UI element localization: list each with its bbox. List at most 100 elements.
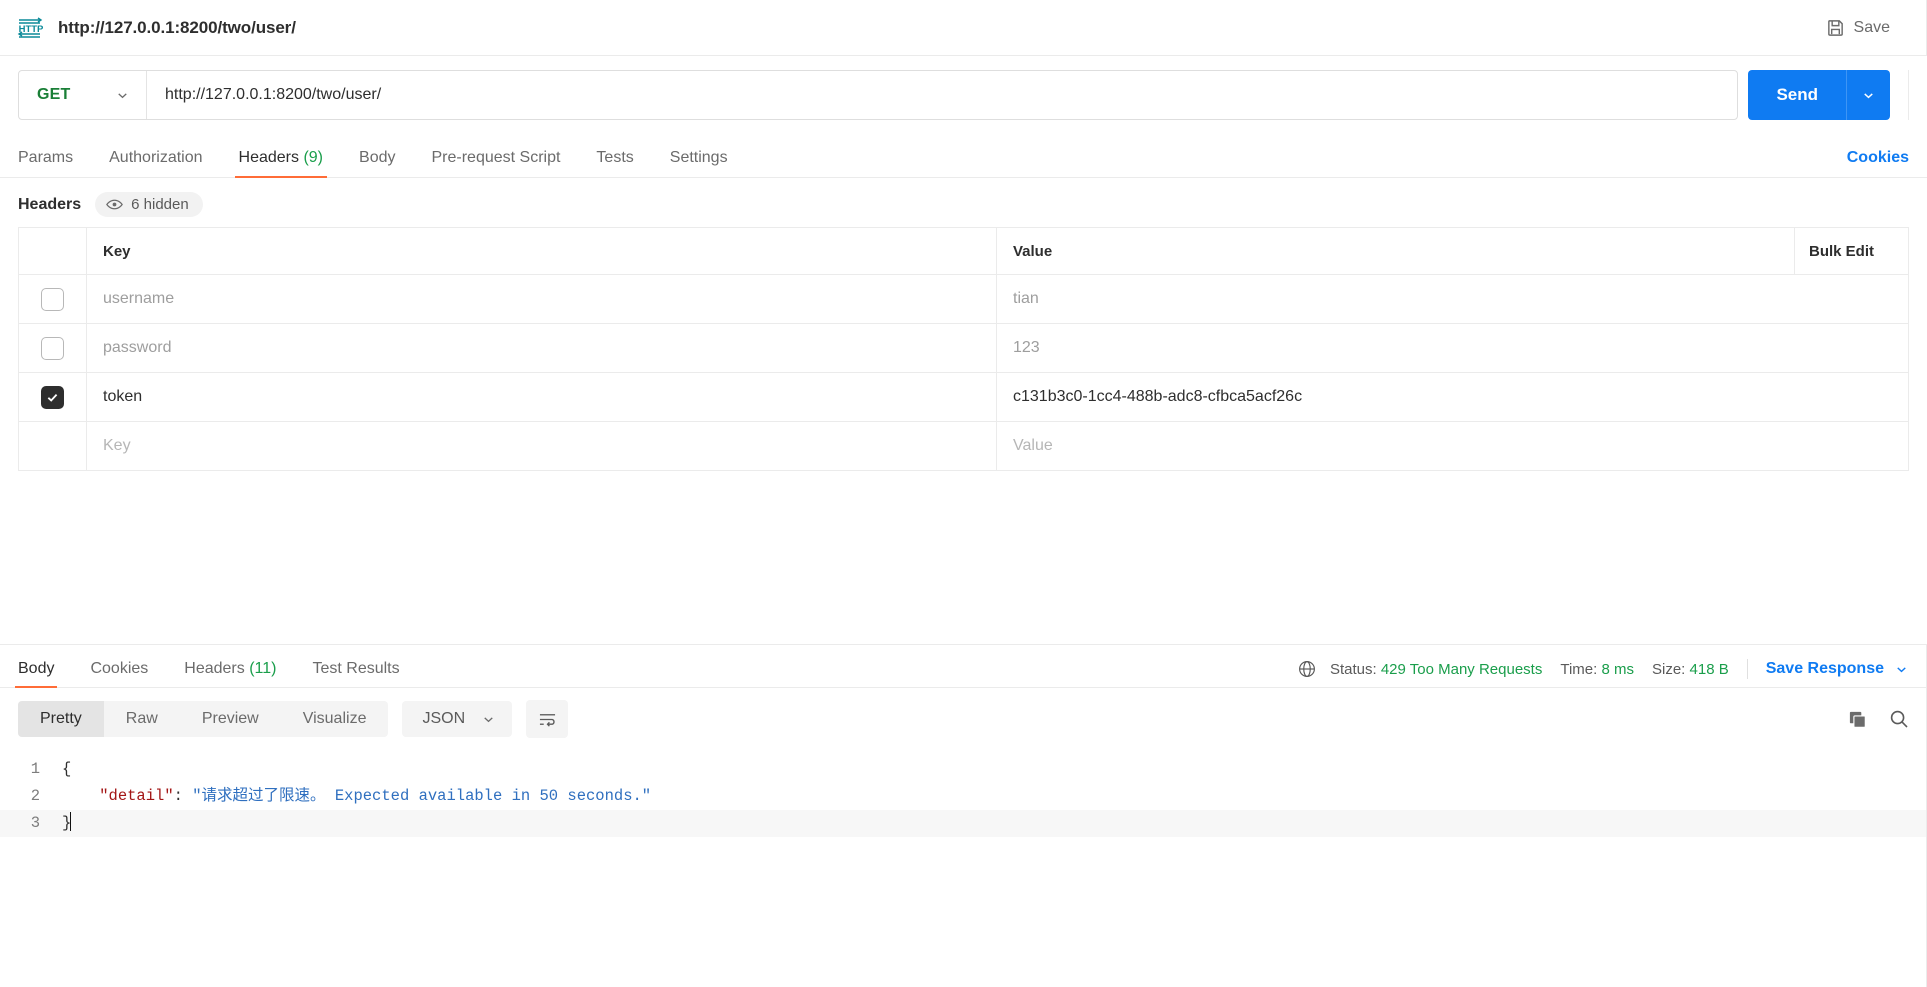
row-check-cell — [19, 373, 87, 421]
row-key-cell[interactable]: password — [87, 324, 997, 372]
floppy-disk-icon — [1826, 18, 1845, 37]
table-header-check-cell — [19, 228, 87, 274]
save-response-button[interactable]: Save Response — [1766, 660, 1909, 678]
response-body-code[interactable]: 1 { 2 "detail": "请求超过了限速。 Expected avail… — [0, 748, 1927, 837]
new-value-cell[interactable]: Value — [997, 422, 1908, 470]
tab-authorization[interactable]: Authorization — [109, 149, 202, 177]
row-key-text: username — [103, 290, 175, 307]
size-value: 418 B — [1689, 660, 1729, 678]
tab-headers[interactable]: Headers (9) — [234, 149, 327, 178]
row-checkbox[interactable] — [41, 385, 64, 409]
row-checkbox[interactable] — [41, 336, 64, 360]
code-line-text: "detail": "请求超过了限速。 Expected available i… — [62, 783, 651, 810]
response-status-bar: Status: 429 Too Many Requests Time: 8 ms… — [1298, 659, 1909, 687]
headers-section-header: Headers 6 hidden — [0, 178, 1927, 227]
row-check-cell — [19, 422, 87, 470]
row-key-cell[interactable]: username — [87, 275, 997, 323]
response-tab-test-results[interactable]: Test Results — [312, 660, 399, 687]
row-value-cell[interactable]: tian — [997, 275, 1908, 323]
tab-tests[interactable]: Tests — [596, 149, 633, 177]
send-button[interactable]: Send — [1748, 70, 1846, 120]
view-mode-preview[interactable]: Preview — [180, 701, 281, 737]
cookies-link[interactable]: Cookies — [1847, 149, 1909, 177]
bulk-edit-cell: Bulk Edit — [1794, 228, 1908, 274]
horizontal-scrollbar[interactable] — [62, 836, 1927, 839]
size-label: Size: — [1651, 660, 1686, 678]
response-format-label: JSON — [422, 710, 466, 727]
json-string-value: "请求超过了限速。 Expected available in 50 secon… — [192, 787, 652, 805]
bulk-edit-button[interactable]: Bulk Edit — [1809, 243, 1874, 260]
response-tab-body[interactable]: Body — [14, 660, 58, 688]
new-key-cell[interactable]: Key — [87, 422, 997, 470]
view-mode-pretty[interactable]: Pretty — [18, 701, 104, 737]
tab-params[interactable]: Params — [18, 149, 73, 177]
row-value-text: tian — [1013, 290, 1039, 307]
status-separator — [1746, 659, 1748, 679]
hidden-headers-toggle[interactable]: 6 hidden — [95, 192, 203, 217]
top-bar: HTTP http://127.0.0.1:8200/two/user/ Sav… — [0, 0, 1927, 56]
json-key: "detail" — [99, 787, 174, 805]
response-tab-headers-label: Headers — [184, 660, 245, 677]
code-line: 2 "detail": "请求超过了限速。 Expected available… — [0, 783, 1927, 810]
http-protocol-icon: HTTP — [16, 15, 46, 41]
row-key-cell[interactable]: token — [87, 373, 997, 421]
response-format-selector[interactable]: JSON — [402, 701, 513, 737]
time-indicator: Time: 8 ms — [1560, 661, 1634, 678]
response-tab-headers[interactable]: Headers (11) — [184, 660, 276, 687]
tab-body[interactable]: Body — [359, 149, 395, 177]
method-selector[interactable]: GET — [19, 71, 147, 119]
table-row: password 123 — [19, 324, 1908, 373]
search-icon[interactable] — [1889, 709, 1909, 729]
request-tabs: Params Authorization Headers (9) Body Pr… — [0, 136, 1927, 178]
row-value-cell[interactable]: 123 — [997, 324, 1908, 372]
column-header-key: Key — [87, 228, 997, 274]
word-wrap-icon[interactable] — [526, 700, 569, 738]
tab-tests-label: Tests — [596, 149, 634, 166]
status-indicator: Status: 429 Too Many Requests — [1330, 661, 1542, 678]
hidden-headers-label: 6 hidden — [131, 196, 189, 213]
row-key-text: token — [103, 388, 143, 405]
send-options-button[interactable] — [1846, 70, 1890, 120]
request-bar-divider — [1908, 70, 1909, 120]
response-tab-cookies-label: Cookies — [90, 660, 149, 677]
text-cursor — [70, 812, 72, 831]
tab-pre-request-script-label: Pre-request Script — [431, 149, 561, 166]
tab-pre-request-script[interactable]: Pre-request Script — [431, 149, 560, 177]
new-key-placeholder: Key — [103, 437, 131, 454]
json-colon: : — [173, 787, 193, 805]
response-view-modes: Pretty Raw Preview Visualize — [18, 701, 389, 737]
response-tab-body-label: Body — [18, 660, 55, 677]
row-checkbox[interactable] — [41, 287, 64, 311]
response-body-toolbar: Pretty Raw Preview Visualize JSON — [0, 688, 1927, 748]
code-line: 3 } — [0, 810, 1927, 837]
row-value-cell[interactable]: c131b3c0-1cc4-488b-adc8-cfbca5acf26c — [997, 373, 1908, 421]
request-bar: GET Send — [0, 56, 1927, 136]
send-button-group: Send — [1748, 70, 1890, 120]
chevron-down-icon — [481, 712, 496, 727]
tab-authorization-label: Authorization — [109, 149, 203, 166]
save-button[interactable]: Save — [1812, 12, 1904, 43]
row-key-text: password — [103, 339, 172, 356]
time-value: 8 ms — [1601, 660, 1634, 678]
tab-params-label: Params — [18, 149, 74, 166]
response-tab-cookies[interactable]: Cookies — [90, 660, 148, 687]
svg-text:HTTP: HTTP — [19, 24, 44, 35]
row-check-cell — [19, 275, 87, 323]
table-row: username tian — [19, 275, 1908, 324]
row-value-text: 123 — [1013, 339, 1040, 356]
tab-headers-count: (9) — [303, 149, 324, 166]
headers-table: Key Value Bulk Edit username tian passwo… — [18, 227, 1909, 471]
column-header-value: Value — [1013, 242, 1053, 260]
code-line: 1 { — [0, 756, 1927, 783]
url-input[interactable] — [147, 71, 1738, 119]
response-tab-headers-count: (11) — [249, 660, 277, 677]
view-mode-visualize[interactable]: Visualize — [281, 701, 389, 737]
copy-icon[interactable] — [1848, 710, 1867, 729]
tab-body-label: Body — [359, 149, 396, 166]
tab-settings[interactable]: Settings — [670, 149, 728, 177]
url-bar: GET — [18, 70, 1739, 120]
save-button-label: Save — [1853, 18, 1890, 36]
response-panel: Body Cookies Headers (11) Test Results S… — [0, 645, 1927, 987]
view-mode-raw[interactable]: Raw — [104, 701, 180, 737]
